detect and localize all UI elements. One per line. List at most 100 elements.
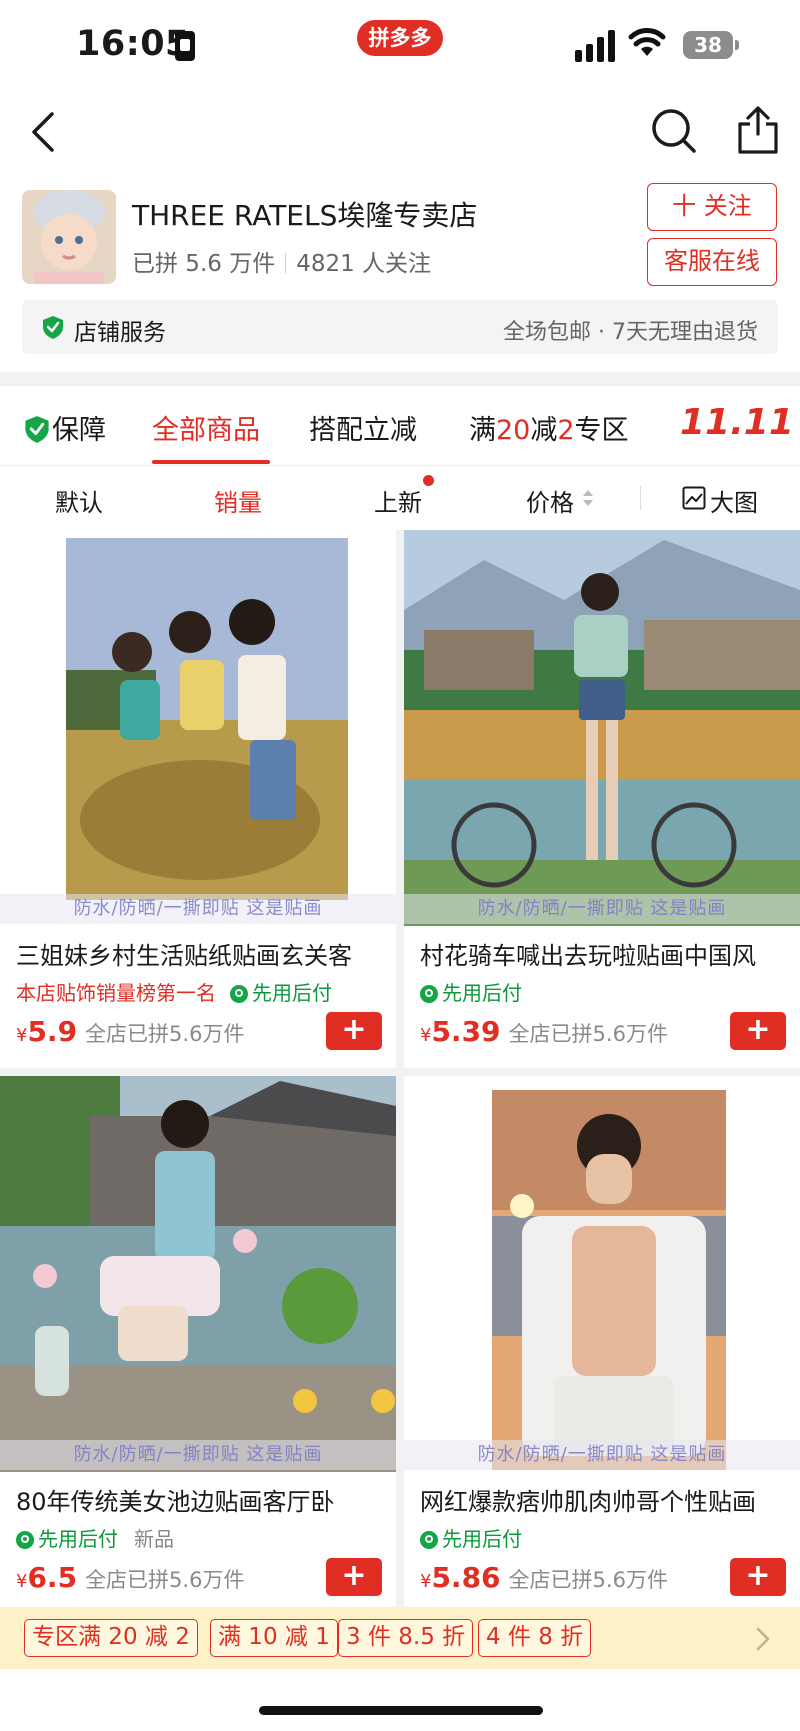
tab-event-1111[interactable]: 11.11	[680, 402, 794, 443]
product-card[interactable]: 防水/防晒/一撕即贴 这是贴画 网红爆款痞帅肌肉帅哥个性贴画 先用后付 ¥5.8…	[404, 1076, 800, 1614]
product-tags: 先用后付	[420, 1523, 522, 1552]
store-avatar[interactable]	[22, 190, 116, 284]
pay-later-tag: 先用后付	[16, 1527, 118, 1551]
stats-divider	[285, 253, 287, 273]
bottom-safe-area	[0, 1669, 800, 1731]
status-time: 16:05	[76, 24, 190, 64]
promo-zone-suffix: 专区	[574, 415, 629, 446]
add-to-cart-button[interactable]: +	[730, 1558, 786, 1596]
promo-tag[interactable]: 3 件 8.5 折	[338, 1619, 474, 1657]
product-image[interactable]	[0, 530, 396, 926]
image-watermark: 防水/防晒/一撕即贴 这是贴画	[404, 1440, 800, 1470]
product-price: 5.39	[431, 1015, 501, 1048]
sold-count: 全店已拼5.6万件	[508, 1568, 668, 1592]
add-to-cart-button[interactable]: +	[730, 1012, 786, 1050]
store-service-bar[interactable]: 店铺服务 全场包邮 · 7天无理由退货	[22, 300, 778, 354]
price-row: ¥5.39 全店已拼5.6万件	[420, 1015, 668, 1048]
search-icon[interactable]	[650, 104, 698, 156]
store-follower-count: 4821 人关注	[296, 251, 432, 277]
promo-zone-prefix: 满	[469, 415, 496, 446]
store-name[interactable]: THREE RATELS埃隆专卖店	[132, 194, 477, 234]
customer-service-button[interactable]: 客服在线	[647, 238, 777, 286]
signal-icon	[575, 30, 615, 62]
bigpic-icon[interactable]	[682, 486, 706, 510]
pay-later-tag: 先用后付	[420, 1527, 522, 1551]
product-title[interactable]: 村花骑车喊出去玩啦贴画中国风	[420, 936, 792, 971]
product-tags: 本店贴饰销量榜第一名 先用后付	[16, 977, 332, 1006]
product-tags: 先用后付 新品	[16, 1523, 174, 1552]
store-sold-count: 已拼 5.6 万件	[132, 251, 276, 277]
product-card[interactable]: 防水/防晒/一撕即贴 这是贴画 三姐妹乡村生活贴纸贴画玄关客 本店贴饰销量榜第一…	[0, 530, 396, 1068]
tab-all-products[interactable]: 全部商品	[152, 408, 260, 447]
sort-divider	[640, 486, 641, 510]
nav-bar	[0, 90, 800, 180]
product-card[interactable]: 防水/防晒/一撕即贴 这是贴画 80年传统美女池边贴画客厅卧 先用后付 新品 ¥6…	[0, 1076, 396, 1614]
status-bar: 16:05 拼多多 38	[0, 0, 800, 90]
sold-count: 全店已拼5.6万件	[508, 1022, 668, 1046]
product-title[interactable]: 80年传统美女池边贴画客厅卧	[16, 1482, 388, 1517]
currency-symbol: ¥	[420, 1025, 432, 1046]
pay-later-icon	[420, 1531, 438, 1549]
sort-default[interactable]: 默认	[55, 483, 103, 518]
wifi-icon	[628, 28, 666, 56]
shield-icon	[43, 316, 63, 339]
new-product-tag: 新品	[134, 1527, 174, 1551]
share-icon[interactable]	[736, 104, 780, 156]
add-to-cart-button[interactable]: +	[326, 1012, 382, 1050]
pay-later-label: 先用后付	[442, 1527, 522, 1551]
promo-tag[interactable]: 专区满 20 减 2	[24, 1619, 198, 1657]
sort-bar: 默认 销量 上新 价格 大图	[0, 466, 800, 530]
store-header: THREE RATELS埃隆专卖店 已拼 5.6 万件 4821 人关注 十 关注…	[0, 180, 800, 372]
sold-count: 全店已拼5.6万件	[85, 1022, 245, 1046]
image-watermark: 防水/防晒/一撕即贴 这是贴画	[0, 1440, 396, 1470]
product-price: 5.9	[27, 1015, 78, 1048]
currency-symbol: ¥	[16, 1571, 28, 1592]
product-card[interactable]: 防水/防晒/一撕即贴 这是贴画 村花骑车喊出去玩啦贴画中国风 先用后付 ¥5.3…	[404, 530, 800, 1068]
follow-button[interactable]: 十 关注	[647, 183, 777, 231]
tab-guarantee[interactable]: 保障	[24, 408, 106, 447]
tab-promo-zone[interactable]: 满20减2专区	[469, 408, 629, 447]
service-bar-info: 全场包邮 · 7天无理由退货	[503, 320, 758, 345]
product-tags: 先用后付	[420, 977, 522, 1006]
price-row: ¥6.5 全店已拼5.6万件	[16, 1561, 244, 1594]
sort-sales[interactable]: 销量	[214, 483, 262, 518]
sales-rank-tag: 本店贴饰销量榜第一名	[16, 981, 216, 1005]
home-indicator[interactable]	[259, 1706, 543, 1715]
add-to-cart-button[interactable]: +	[326, 1558, 382, 1596]
store-stats: 已拼 5.6 万件 4821 人关注	[132, 244, 431, 278]
shield-icon	[25, 416, 49, 443]
pay-later-icon	[420, 985, 438, 1003]
product-title[interactable]: 网红爆款痞帅肌肉帅哥个性贴画	[420, 1482, 792, 1517]
promo-bar[interactable]: 专区满 20 减 2 满 10 减 1 3 件 8.5 折 4 件 8 折	[0, 1607, 800, 1669]
promo-tag[interactable]: 4 件 8 折	[478, 1619, 592, 1657]
sort-arrows-icon	[583, 490, 593, 506]
product-image[interactable]	[404, 530, 800, 926]
tab-active-indicator	[152, 460, 270, 464]
service-bar-label: 店铺服务	[74, 320, 166, 346]
pay-later-label: 先用后付	[252, 981, 332, 1005]
pay-later-label: 先用后付	[38, 1527, 118, 1551]
pay-later-icon	[16, 1531, 34, 1549]
sort-big-picture[interactable]: 大图	[710, 483, 758, 518]
product-image[interactable]	[404, 1076, 800, 1472]
promo-tag[interactable]: 满 10 减 1	[210, 1619, 338, 1657]
product-image[interactable]	[0, 1076, 396, 1472]
chevron-right-icon[interactable]	[754, 1625, 772, 1653]
back-icon[interactable]	[24, 106, 64, 158]
product-title[interactable]: 三姐妹乡村生活贴纸贴画玄关客	[16, 936, 388, 971]
category-tab-bar: 保障 全部商品 搭配立减 满20减2专区 11.11	[0, 386, 800, 466]
sim-card-icon	[175, 31, 195, 61]
product-price: 5.86	[431, 1561, 501, 1594]
price-row: ¥5.9 全店已拼5.6万件	[16, 1015, 244, 1048]
tab-guarantee-label: 保障	[52, 415, 106, 446]
tab-bundle-discount[interactable]: 搭配立减	[309, 408, 417, 447]
sort-new[interactable]: 上新	[374, 483, 422, 518]
pay-later-icon	[230, 985, 248, 1003]
promo-zone-discount: 2	[557, 415, 575, 446]
app-badge: 拼多多	[357, 20, 443, 56]
sold-count: 全店已拼5.6万件	[85, 1568, 245, 1592]
currency-symbol: ¥	[16, 1025, 28, 1046]
sort-price[interactable]: 价格	[526, 483, 574, 518]
image-watermark: 防水/防晒/一撕即贴 这是贴画	[0, 894, 396, 924]
pay-later-tag: 先用后付	[420, 981, 522, 1005]
